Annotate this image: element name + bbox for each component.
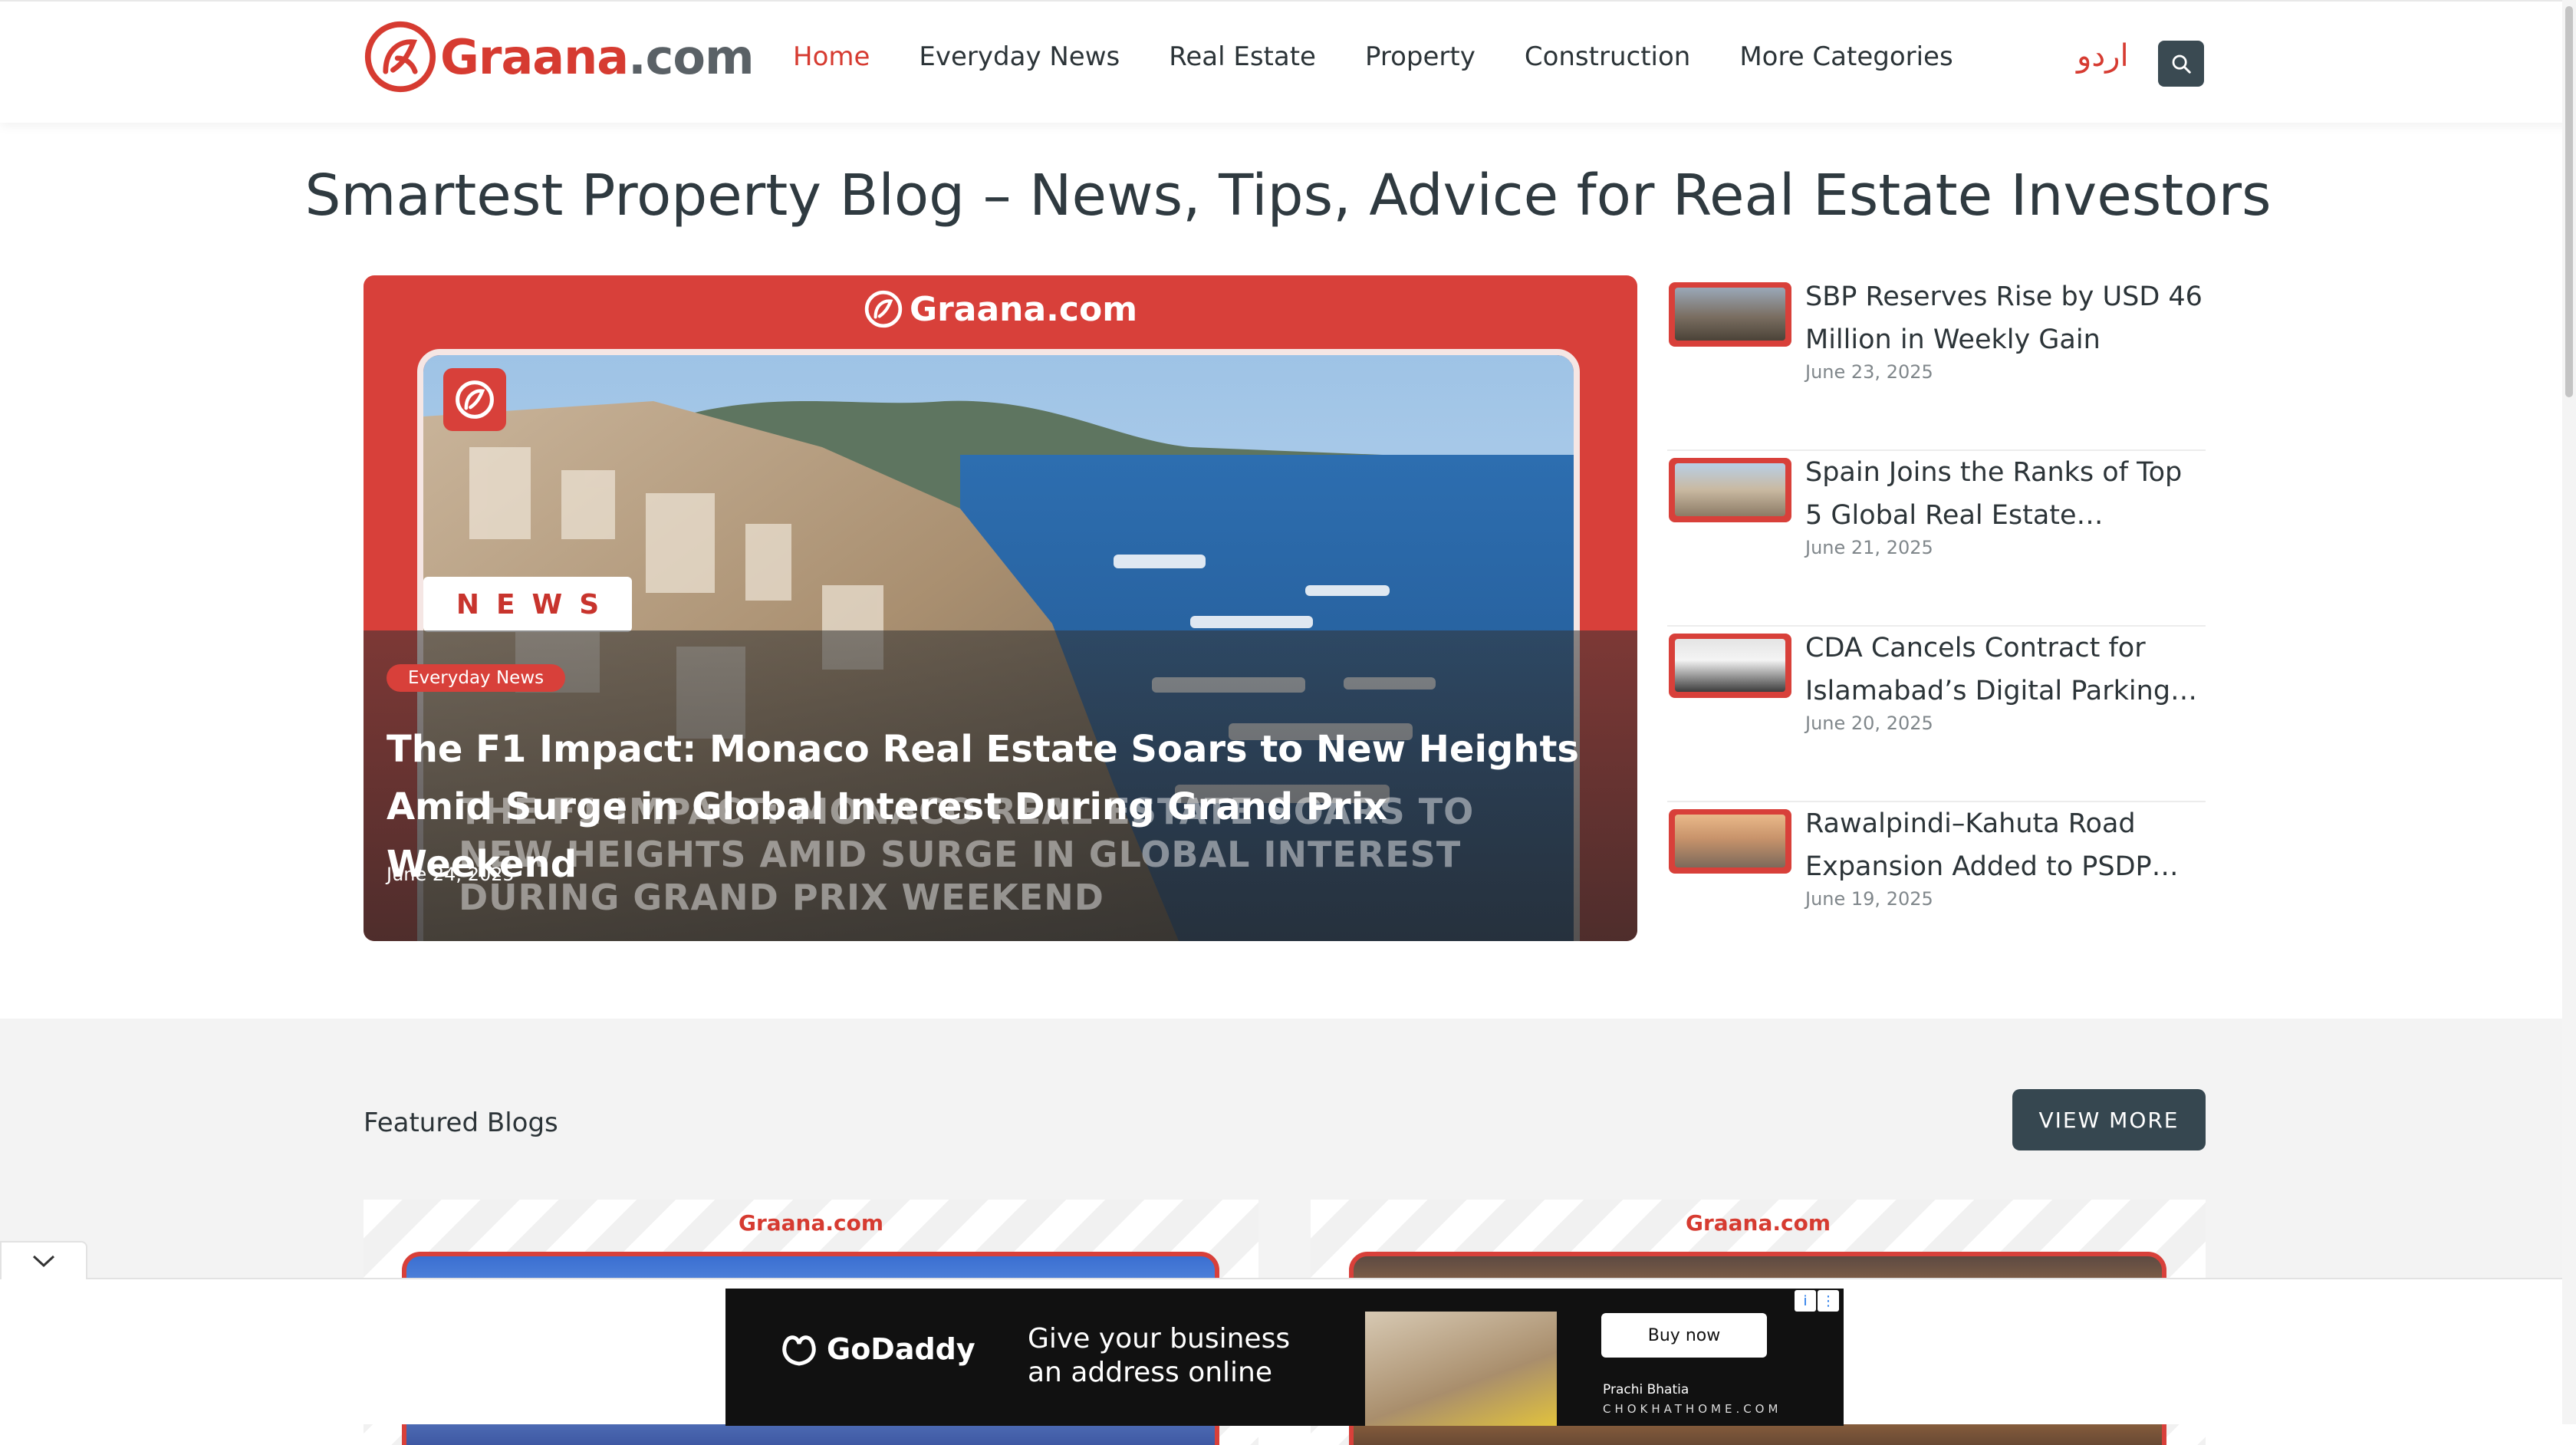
nav-more-categories[interactable]: More Categories xyxy=(1739,41,1953,72)
chevron-down-icon xyxy=(32,1255,55,1268)
nav-everyday-news[interactable]: Everyday News xyxy=(919,41,1120,72)
nav-property[interactable]: Property xyxy=(1365,41,1476,72)
godaddy-ad[interactable]: GoDaddy Give your business an address on… xyxy=(725,1289,1844,1426)
godaddy-logo-icon xyxy=(782,1335,816,1366)
category-pill[interactable]: Everyday News xyxy=(387,664,566,692)
view-more-button[interactable]: VIEW MORE xyxy=(2012,1089,2206,1150)
ad-site-name: CHOKHATHOME.COM xyxy=(1603,1402,1782,1416)
post-title[interactable]: SBP Reserves Rise by USD 46 Million in W… xyxy=(1805,275,2206,361)
logo-wordmark: Graana.com xyxy=(440,28,755,85)
recent-post-item[interactable]: CDA Cancels Contract for Islamabad’s Dig… xyxy=(1667,627,2206,802)
graana-logo-icon xyxy=(456,380,494,419)
nav-home[interactable]: Home xyxy=(793,41,870,72)
feature-mini-logo xyxy=(443,368,506,431)
featured-post-title[interactable]: The F1 Impact: Monaco Real Estate Soars … xyxy=(387,721,1583,894)
card-brand: Graana.com xyxy=(1685,1210,1831,1236)
featured-blogs-heading: Featured Blogs xyxy=(364,1108,558,1138)
post-thumbnail[interactable] xyxy=(1669,282,1791,347)
site-logo[interactable]: Graana.com xyxy=(364,18,755,95)
recent-post-item[interactable]: Rawalpindi–Kahuta Road Expansion Added t… xyxy=(1667,802,2206,978)
post-title[interactable]: Spain Joins the Ranks of Top 5 Global Re… xyxy=(1805,451,2206,537)
page-scrollbar[interactable] xyxy=(2562,0,2576,1424)
sticky-ad-bar: GoDaddy Give your business an address on… xyxy=(0,1278,2576,1426)
recent-post-item[interactable]: SBP Reserves Rise by USD 46 Million in W… xyxy=(1667,275,2206,451)
ad-buy-now-button[interactable]: Buy now xyxy=(1601,1313,1767,1358)
post-date: June 21, 2025 xyxy=(1805,537,1933,558)
ad-brand: GoDaddy xyxy=(779,1331,975,1367)
news-badge: NEWS xyxy=(423,577,632,632)
ad-photo xyxy=(1365,1312,1557,1426)
site-header: Graana.com Home Everyday News Real Estat… xyxy=(0,0,2576,123)
post-thumbnail[interactable] xyxy=(1669,458,1791,522)
scrollbar-thumb[interactable] xyxy=(2565,6,2573,397)
nav-real-estate[interactable]: Real Estate xyxy=(1169,41,1316,72)
post-date: June 20, 2025 xyxy=(1805,713,1933,734)
page-title: Smartest Property Blog – News, Tips, Adv… xyxy=(304,163,2272,229)
post-thumbnail[interactable] xyxy=(1669,809,1791,874)
recent-posts-list: SBP Reserves Rise by USD 46 Million in W… xyxy=(1667,275,2206,978)
post-thumbnail[interactable] xyxy=(1669,634,1791,698)
ad-options-icon[interactable]: ⋮ xyxy=(1818,1290,1839,1312)
search-button[interactable] xyxy=(2158,41,2204,87)
card-brand: Graana.com xyxy=(738,1210,884,1236)
graana-logo-icon xyxy=(364,21,436,93)
featured-post-date: June 24, 2025 xyxy=(387,864,515,885)
feature-brand-watermark: Graana.com xyxy=(364,289,1637,329)
recent-post-item[interactable]: Spain Joins the Ranks of Top 5 Global Re… xyxy=(1667,451,2206,627)
search-icon xyxy=(2172,54,2191,74)
post-date: June 23, 2025 xyxy=(1805,361,1933,383)
post-title[interactable]: CDA Cancels Contract for Islamabad’s Dig… xyxy=(1805,627,2206,713)
ad-info-icon[interactable]: i xyxy=(1795,1290,1816,1312)
post-date: June 19, 2025 xyxy=(1805,888,1933,910)
nav-construction[interactable]: Construction xyxy=(1525,41,1690,72)
ad-copy: Give your business an address online xyxy=(1028,1323,1291,1388)
ad-collapse-toggle[interactable] xyxy=(0,1241,87,1279)
ad-person-name: Prachi Bhatia xyxy=(1603,1382,1689,1397)
graana-logo-icon xyxy=(864,290,903,328)
post-title[interactable]: Rawalpindi–Kahuta Road Expansion Added t… xyxy=(1805,802,2206,888)
urdu-language-link[interactable]: اردو xyxy=(2077,38,2129,74)
main-nav: Home Everyday News Real Estate Property … xyxy=(793,41,1953,72)
